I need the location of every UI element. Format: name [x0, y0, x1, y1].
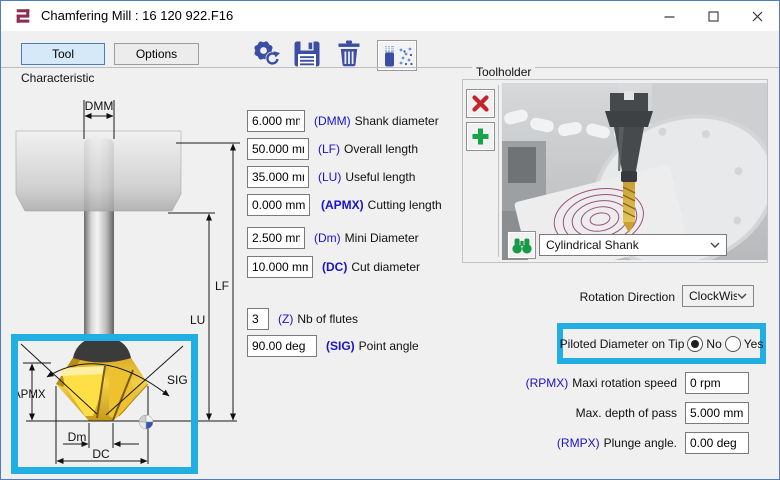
toolbar-separator	[1, 67, 779, 68]
field-code: (DMM)	[314, 114, 351, 128]
tab-options[interactable]: Options	[114, 43, 199, 65]
toolholder-group-label: Toolholder	[472, 65, 535, 79]
shank-type-value: Cylindrical Shank	[546, 238, 710, 252]
plunge-angle-input[interactable]	[685, 432, 749, 454]
plunge-angle-label: (RMPX)Plunge angle.	[481, 435, 677, 451]
add-toolholder-button[interactable]	[466, 122, 495, 151]
piloted-no-radio[interactable]	[687, 336, 703, 352]
minimize-button[interactable]	[647, 1, 691, 31]
piloted-yes-label: Yes	[744, 337, 764, 351]
field-label: (SIG)Point angle	[326, 335, 419, 357]
rotation-direction-value: ClockWise	[689, 289, 737, 303]
field-row: (SIG)Point angle	[1, 335, 471, 357]
shank-diameter-input[interactable]	[247, 110, 305, 132]
titlebar: Chamfering Mill : 16 120 922.F16	[1, 1, 779, 31]
field-row: (APMX)Cutting length	[1, 194, 471, 216]
point-angle-input[interactable]	[247, 335, 317, 357]
remove-toolholder-button[interactable]	[466, 89, 495, 118]
close-button[interactable]	[735, 1, 779, 31]
settings-sync-icon[interactable]	[251, 38, 283, 67]
shank-type-select[interactable]: Cylindrical Shank	[539, 234, 727, 256]
dm-label: Dm	[68, 430, 87, 444]
toolholder-divider	[498, 85, 499, 257]
field-row: (DMM)Shank diameter	[1, 110, 471, 132]
rotation-direction-label: Rotation Direction	[481, 289, 675, 305]
field-label: (LU)Useful length	[318, 166, 415, 188]
piloted-diameter-label: Piloted Diameter on Tip	[560, 337, 685, 351]
save-icon[interactable]	[293, 40, 320, 67]
rotation-direction-select[interactable]: ClockWise	[682, 285, 754, 307]
field-row: (DC)Cut diameter	[1, 256, 471, 278]
piloted-yes-radio[interactable]	[725, 336, 741, 352]
flutes-input[interactable]	[247, 308, 269, 330]
field-label: (APMX)Cutting length	[321, 194, 442, 216]
max-depth-of-pass-label: Max. depth of pass	[481, 405, 677, 421]
characteristic-section-label: Characteristic	[21, 71, 94, 85]
maxi-rotation-speed-label: (RPMX)Maxi rotation speed	[481, 375, 677, 391]
lf-label: LF	[215, 279, 229, 293]
field-row: (Z)Nb of flutes	[1, 308, 471, 330]
field-row: (LU)Useful length	[1, 166, 471, 188]
origin-marker	[139, 415, 153, 429]
binoculars-icon	[512, 237, 532, 254]
piloted-diameter-highlight: Piloted Diameter on Tip No Yes	[557, 323, 766, 364]
useful-length-input[interactable]	[247, 166, 309, 188]
field-row: (LF)Overall length	[1, 138, 471, 160]
field-label: (Z)Nb of flutes	[278, 308, 358, 330]
field-label: (Dm)Mini Diameter	[314, 227, 419, 249]
dc-label: DC	[92, 447, 110, 461]
cutting-length-input[interactable]	[247, 194, 310, 216]
sig-label: SIG	[167, 373, 188, 387]
field-label: (DC)Cut diameter	[322, 256, 420, 278]
field-label: (DMM)Shank diameter	[314, 110, 439, 132]
mini-diameter-input[interactable]	[247, 227, 305, 249]
cut-diameter-input[interactable]	[247, 256, 313, 278]
max-depth-of-pass-input[interactable]	[685, 402, 749, 424]
delete-icon[interactable]	[336, 40, 362, 67]
chevron-down-icon	[710, 242, 720, 248]
window-title: Chamfering Mill : 16 120 922.F16	[41, 1, 233, 31]
chevron-down-icon	[737, 293, 747, 299]
field-label: (LF)Overall length	[318, 138, 418, 160]
maximize-button[interactable]	[691, 1, 735, 31]
app-logo-icon	[13, 7, 33, 25]
tab-tool[interactable]: Tool	[21, 43, 105, 65]
window-controls	[647, 1, 779, 31]
piloted-no-label: No	[706, 337, 721, 351]
maxi-rotation-speed-input[interactable]	[685, 372, 749, 394]
app-window: Chamfering Mill : 16 120 922.F16 Tool Op…	[0, 0, 780, 480]
overall-length-input[interactable]	[247, 138, 309, 160]
search-toolholder-button[interactable]	[507, 231, 536, 259]
field-row: (Dm)Mini Diameter	[1, 227, 471, 249]
